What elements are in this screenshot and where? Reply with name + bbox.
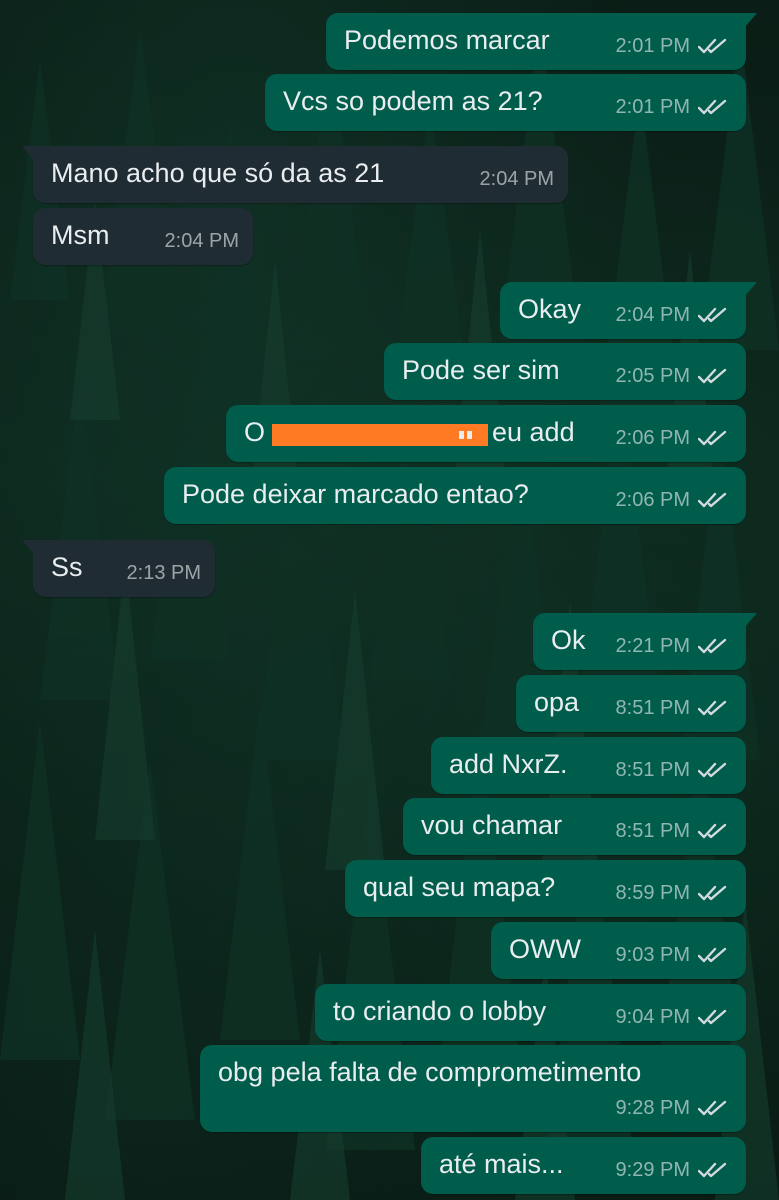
message-outgoing[interactable]: até mais... 9:29 PM	[421, 1137, 746, 1194]
message-text: opa	[534, 686, 579, 718]
message-incoming[interactable]: Msm 2:04 PM	[33, 208, 253, 265]
message-incoming[interactable]: Ss 2:13 PM	[33, 540, 215, 597]
message-time: 9:29 PM	[616, 1154, 690, 1186]
double-check-icon	[698, 637, 730, 655]
message-time: 8:51 PM	[616, 754, 690, 786]
message-text-prefix: O	[244, 416, 265, 448]
message-text: add NxrZ.	[449, 748, 568, 780]
message-text-suffix: eu add	[492, 416, 575, 448]
message-text: vou chamar	[421, 809, 562, 841]
double-check-icon	[698, 1161, 730, 1179]
message-text: até mais...	[439, 1148, 564, 1180]
message-outgoing[interactable]: qual seu mapa? 8:59 PM	[345, 860, 746, 917]
message-time: 8:51 PM	[616, 815, 690, 847]
message-outgoing[interactable]: OWW 9:03 PM	[491, 922, 746, 979]
double-check-icon	[698, 884, 730, 902]
message-time: 8:51 PM	[616, 692, 690, 724]
message-outgoing[interactable]: obg pela falta de comprometimento 9:28 P…	[200, 1045, 746, 1132]
double-check-icon	[698, 429, 730, 447]
double-check-icon	[698, 367, 730, 385]
message-text: Pode deixar marcado entao?	[182, 478, 529, 510]
message-text: Vcs so podem as 21?	[283, 85, 543, 117]
double-check-icon	[698, 946, 730, 964]
double-check-icon	[698, 98, 730, 116]
redaction-residue	[459, 431, 473, 439]
message-outgoing[interactable]: Pode deixar marcado entao? 2:06 PM	[164, 467, 746, 524]
message-text: Mano acho que só da as 21	[51, 157, 384, 189]
message-outgoing[interactable]: to criando o lobby 9:04 PM	[315, 984, 746, 1041]
message-outgoing[interactable]: Pode ser sim 2:05 PM	[384, 343, 746, 400]
double-check-icon	[698, 37, 730, 55]
double-check-icon	[698, 306, 730, 324]
message-time: 2:13 PM	[127, 557, 201, 589]
message-time: 2:06 PM	[616, 484, 690, 516]
message-outgoing[interactable]: add NxrZ. 8:51 PM	[431, 737, 746, 794]
message-text: OWW	[509, 933, 581, 965]
message-outgoing[interactable]: Podemos marcar 2:01 PM	[326, 13, 746, 70]
message-time: 2:04 PM	[616, 299, 690, 331]
message-text: qual seu mapa?	[363, 871, 555, 903]
message-outgoing[interactable]: Ok 2:21 PM	[533, 613, 746, 670]
double-check-icon	[698, 491, 730, 509]
message-outgoing[interactable]: Okay 2:04 PM	[500, 282, 746, 339]
message-time: 9:28 PM	[616, 1092, 690, 1124]
message-incoming[interactable]: Mano acho que só da as 21 2:04 PM	[33, 146, 568, 203]
message-time: 2:21 PM	[616, 630, 690, 662]
message-outgoing[interactable]: vou chamar 8:51 PM	[403, 798, 746, 855]
message-text: obg pela falta de comprometimento	[218, 1056, 641, 1088]
double-check-icon	[698, 1099, 730, 1117]
message-text: Msm	[51, 219, 109, 251]
double-check-icon	[698, 699, 730, 717]
message-text: Okay	[518, 293, 581, 325]
message-time: 2:01 PM	[616, 30, 690, 62]
double-check-icon	[698, 1008, 730, 1026]
message-outgoing[interactable]: opa 8:51 PM	[516, 675, 746, 732]
double-check-icon	[698, 822, 730, 840]
message-time: 2:01 PM	[616, 91, 690, 123]
message-text: Ok	[551, 624, 586, 656]
message-text: Podemos marcar	[344, 24, 550, 56]
redaction-bar	[272, 424, 488, 446]
message-time: 2:05 PM	[616, 360, 690, 392]
message-time: 9:04 PM	[616, 1001, 690, 1033]
message-time: 2:06 PM	[616, 422, 690, 454]
message-text: Ss	[51, 551, 83, 583]
message-time: 2:04 PM	[480, 163, 554, 195]
message-text: Pode ser sim	[402, 354, 560, 386]
message-list: Podemos marcar 2:01 PM Vcs so podem as 2…	[0, 0, 779, 1200]
message-time: 2:04 PM	[165, 225, 239, 257]
message-text: to criando o lobby	[333, 995, 546, 1027]
double-check-icon	[698, 761, 730, 779]
message-time: 9:03 PM	[616, 939, 690, 971]
message-time: 8:59 PM	[616, 877, 690, 909]
message-outgoing[interactable]: Vcs so podem as 21? 2:01 PM	[265, 74, 746, 131]
